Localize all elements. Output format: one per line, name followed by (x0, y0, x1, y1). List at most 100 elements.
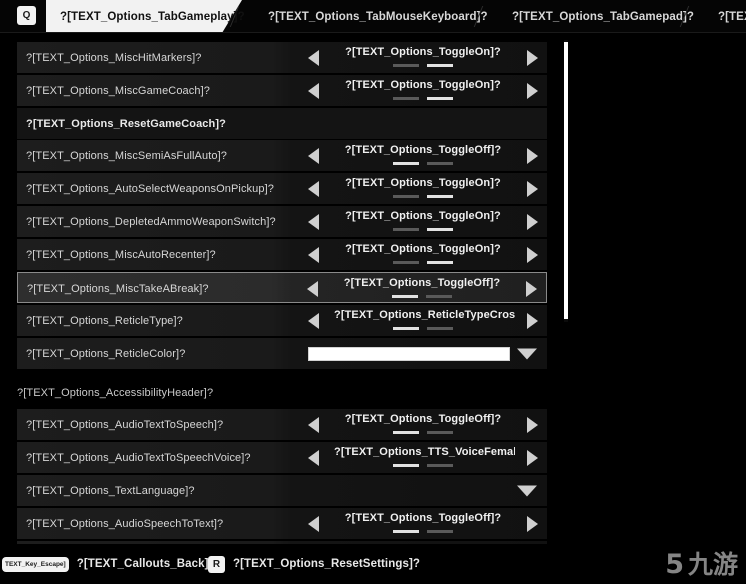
arrow-left-icon[interactable] (308, 180, 319, 197)
value-stepper: ?[TEXT_Options_ToggleOff]? (299, 140, 547, 171)
setting-label: ?[TEXT_Options_ReticleColor]? (26, 347, 186, 360)
value-position-indicator (331, 464, 515, 467)
arrow-left-icon[interactable] (308, 515, 319, 532)
value-position-indicator (330, 295, 514, 298)
value-dash (393, 64, 419, 67)
setting-label: ?[TEXT_Options_MiscTakeABreak]? (27, 282, 209, 295)
value-dash (393, 261, 419, 264)
arrow-right-icon[interactable] (527, 416, 538, 433)
setting-value: ?[TEXT_Options_ToggleOn]? (345, 210, 501, 222)
value-dash (427, 195, 453, 198)
setting-label: ?[TEXT_Options_AudioTextToSpeech]? (26, 418, 224, 431)
setting-row[interactable]: ?[TEXT_Options_MiscTakeABreak]? ?[TEXT_Op… (17, 272, 547, 303)
setting-row[interactable]: ?[TEXT_Options_MiscAutoRecenter]? ?[TEXT_… (17, 239, 547, 270)
arrow-left-icon[interactable] (308, 82, 319, 99)
setting-row[interactable]: ?[TEXT_Options_ReticleColor]? (17, 338, 547, 369)
r-key-badge: R (208, 555, 225, 573)
tab-label: ?[TEXT_Options_TabMouseKeyboard]? (268, 10, 488, 23)
value-dash (393, 162, 419, 165)
value-dash (427, 327, 453, 330)
setting-label: ?[TEXT_Options_MiscGameCoach]? (26, 84, 210, 97)
arrow-left-icon[interactable] (308, 312, 319, 329)
arrow-right-icon[interactable] (527, 312, 538, 329)
tab-3[interactable]: ?[TEXT_ (706, 0, 746, 33)
value-dash (426, 295, 452, 298)
tab-label: ?[TEXT_Options_TabGamepad]? (512, 10, 695, 23)
value-position-indicator (331, 162, 515, 165)
tab-bar-underline (0, 32, 746, 33)
footer-back-label: ?[TEXT_Callouts_Back]? (76, 558, 216, 570)
value-stepper: ?[TEXT_Options_ToggleOff]? (299, 508, 547, 539)
value-dash (427, 431, 453, 434)
arrow-right-icon[interactable] (527, 213, 538, 230)
arrow-left-icon[interactable] (308, 246, 319, 263)
value-stepper: ?[TEXT_Options_ToggleOn]? (299, 173, 547, 204)
tab-0[interactable]: ?[TEXT_Options_TabGameplay]? (46, 0, 245, 33)
setting-row[interactable]: ?[TEXT_Options_DepletedAmmoWeaponSwitch]… (17, 206, 547, 237)
arrow-right-icon[interactable] (527, 49, 538, 66)
value-position-indicator (331, 195, 515, 198)
arrow-right-icon[interactable] (527, 82, 538, 99)
chevron-down-icon[interactable] (517, 348, 537, 359)
tab-2[interactable]: ?[TEXT_Options_TabGamepad]? (500, 0, 694, 33)
value-stepper: ?[TEXT_Options_TTS_VoiceFemale]? (299, 442, 547, 473)
setting-row[interactable]: ?[TEXT_Options_MiscGameCoach]? ?[TEXT_Opt… (17, 75, 547, 106)
value-wrap: ?[TEXT_Options_ToggleOff]? (331, 508, 515, 539)
value-dash (393, 530, 419, 533)
footer-reset-action[interactable]: R ?[TEXT_Options_ResetSettings]? (208, 544, 420, 584)
value-dash (393, 97, 419, 100)
setting-value: ?[TEXT_Options_ToggleOn]? (345, 177, 501, 189)
arrow-left-icon[interactable] (308, 147, 319, 164)
action-row[interactable]: ?[TEXT_Options_ResetGameCoach]? (17, 108, 547, 139)
setting-value: ?[TEXT_Options_ToggleOn]? (345, 243, 501, 255)
tab-1[interactable]: ?[TEXT_Options_TabMouseKeyboard]? (256, 0, 488, 33)
setting-label: ?[TEXT_Options_ReticleType]? (26, 314, 183, 327)
setting-value: ?[TEXT_Options_ToggleOn]? (345, 79, 501, 91)
settings-scrollbar-thumb[interactable] (564, 42, 568, 319)
arrow-left-icon[interactable] (308, 449, 319, 466)
value-position-indicator (331, 97, 515, 100)
arrow-right-icon[interactable] (527, 246, 538, 263)
setting-row[interactable]: ?[TEXT_Options_AutoSelectWeaponsOnPickup… (17, 173, 547, 204)
value-stepper: ?[TEXT_Options_ToggleOn]? (299, 42, 547, 73)
arrow-right-icon[interactable] (527, 449, 538, 466)
chevron-down-icon[interactable] (517, 485, 537, 496)
arrow-right-icon[interactable] (527, 147, 538, 164)
setting-value: ?[TEXT_Options_ReticleTypeCrosshair]? (334, 309, 515, 321)
value-dash (393, 431, 419, 434)
arrow-right-icon[interactable] (527, 515, 538, 532)
setting-row[interactable]: ?[TEXT_Options_MiscHitMarkers]? ?[TEXT_Op… (17, 42, 547, 73)
arrow-right-icon[interactable] (526, 280, 537, 297)
arrow-left-icon[interactable] (308, 416, 319, 433)
setting-label: ?[TEXT_Options_AudioTextToSpeechVoice]? (26, 451, 251, 464)
arrow-left-icon[interactable] (307, 280, 318, 297)
setting-row[interactable]: ?[TEXT_Options_AudioTextToSpeechVoice]??… (17, 442, 547, 473)
setting-row[interactable]: ?[TEXT_Options_AudioSpeechToText]? ?[TEXT… (17, 508, 547, 539)
value-dash (427, 97, 453, 100)
setting-label: ?[TEXT_Options_AutoSelectWeaponsOnPickup… (26, 182, 274, 195)
setting-label: ?[TEXT_Options_DepletedAmmoWeaponSwitch]… (26, 215, 276, 228)
setting-value: ?[TEXT_Options_ToggleOff]? (344, 144, 502, 156)
setting-row[interactable]: ?[TEXT_Options_TextLanguage]? (17, 475, 547, 506)
value-stepper: ?[TEXT_Options_ToggleOff]? (298, 273, 546, 304)
value-stepper: ?[TEXT_Options_ToggleOn]? (299, 239, 547, 270)
arrow-right-icon[interactable] (527, 180, 538, 197)
setting-row[interactable]: ?[TEXT_Options_ReticleType]? ?[TEXT_Optio… (17, 305, 547, 336)
footer-back-action[interactable]: TEXT_Key_Escape] ?[TEXT_Callouts_Back]? (2, 544, 216, 584)
value-dash (427, 261, 453, 264)
footer-reset-label: ?[TEXT_Options_ResetSettings]? (233, 558, 421, 570)
value-wrap: ?[TEXT_Options_ToggleOff]? (330, 273, 514, 304)
setting-row[interactable]: ?[TEXT_Options_MiscSemiAsFullAuto]? ?[TEX… (17, 140, 547, 171)
value-position-indicator (331, 431, 515, 434)
reticle-color-swatch[interactable] (308, 346, 510, 361)
value-wrap: ?[TEXT_Options_ToggleOn]? (331, 239, 515, 270)
value-wrap: ?[TEXT_Options_ToggleOn]? (331, 173, 515, 204)
arrow-left-icon[interactable] (308, 213, 319, 230)
value-wrap: ?[TEXT_Options_ToggleOn]? (331, 42, 515, 73)
setting-row[interactable]: ?[TEXT_Options_AudioTextToSpeech]? ?[TEXT… (17, 409, 547, 440)
escape-key-badge: TEXT_Key_Escape] (2, 556, 69, 572)
value-dash (393, 327, 419, 330)
arrow-left-icon[interactable] (308, 49, 319, 66)
value-position-indicator (331, 64, 515, 67)
setting-value: ?[TEXT_Options_ToggleOff]? (344, 413, 502, 425)
